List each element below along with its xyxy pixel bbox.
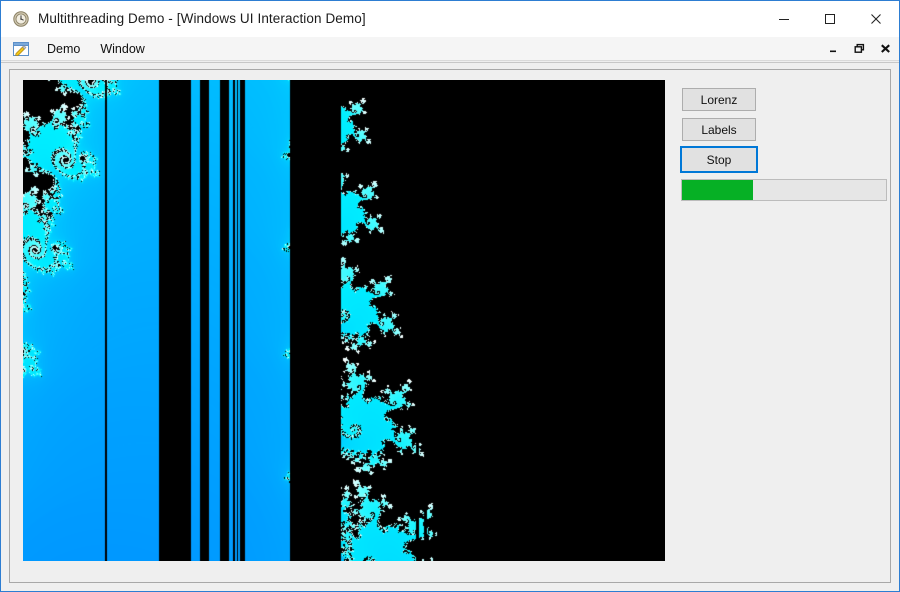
- menu-item-demo-label: Demo: [47, 42, 80, 56]
- window-controls: [761, 1, 899, 37]
- document-pencil-icon: [13, 42, 29, 56]
- mdi-client-area: Lorenz Labels Stop: [1, 62, 899, 591]
- close-icon: [870, 13, 882, 25]
- mdi-restore-icon: [854, 43, 865, 54]
- clock-icon: [13, 11, 29, 27]
- mdi-child-controls: [825, 40, 899, 58]
- mdi-minimize-icon: [828, 43, 839, 54]
- maximize-button[interactable]: [807, 1, 853, 36]
- maximize-icon: [824, 13, 836, 25]
- window-title: Multithreading Demo - [Windows UI Intera…: [38, 12, 366, 26]
- mdi-restore-button[interactable]: [851, 40, 867, 58]
- mdi-minimize-button[interactable]: [825, 40, 841, 58]
- lorenz-button-label: Lorenz: [701, 93, 738, 107]
- render-progress-bar: [681, 179, 887, 201]
- control-panel: Lorenz Labels Stop: [674, 80, 888, 578]
- minimize-button[interactable]: [761, 1, 807, 36]
- mdi-close-button[interactable]: [877, 40, 893, 58]
- minimize-icon: [778, 13, 790, 25]
- title-bar: Multithreading Demo - [Windows UI Intera…: [1, 1, 899, 37]
- close-button[interactable]: [853, 1, 899, 36]
- app-window: Multithreading Demo - [Windows UI Intera…: [0, 0, 900, 592]
- labels-button-label: Labels: [701, 123, 736, 137]
- fractal-render-canvas[interactable]: [23, 80, 665, 561]
- lorenz-button[interactable]: Lorenz: [682, 88, 756, 111]
- menu-item-window[interactable]: Window: [92, 39, 152, 59]
- menu-item-demo[interactable]: Demo: [39, 39, 88, 59]
- labels-button[interactable]: Labels: [682, 118, 756, 141]
- menu-item-window-label: Window: [100, 42, 144, 56]
- stop-button[interactable]: Stop: [680, 146, 758, 173]
- fractal-bitmap: [23, 80, 665, 561]
- mdi-child-window: Lorenz Labels Stop: [9, 69, 891, 583]
- menu-bar: Demo Window: [1, 37, 899, 61]
- mdi-close-icon: [880, 43, 891, 54]
- render-progress-fill: [682, 180, 753, 200]
- stop-button-label: Stop: [682, 148, 756, 171]
